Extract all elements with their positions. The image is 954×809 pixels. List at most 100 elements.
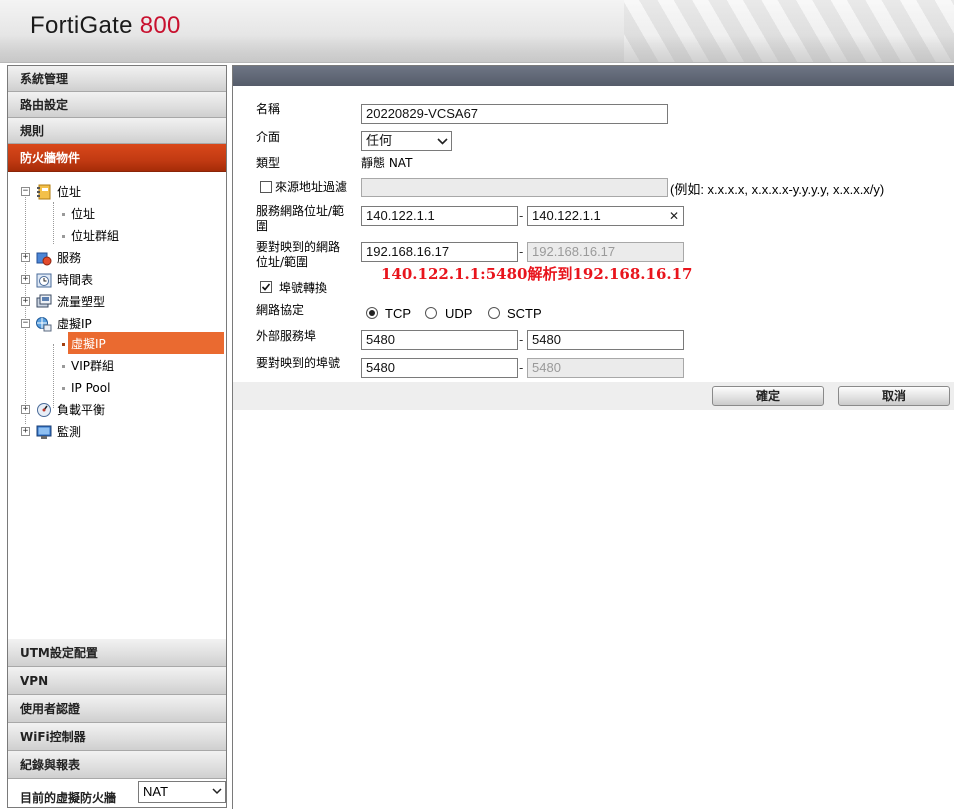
service-icon xyxy=(36,252,52,266)
source-filter-checkbox[interactable] xyxy=(260,181,272,193)
external-ip-label-cont: 圍 xyxy=(256,219,269,233)
interface-label: 介面 xyxy=(256,130,281,144)
interface-value: 任何 xyxy=(366,133,393,148)
leaf-dot xyxy=(62,387,65,390)
nav-log-report[interactable]: 紀錄與報表 xyxy=(8,751,226,779)
monitor-icon xyxy=(36,425,52,439)
address-book-icon xyxy=(37,184,51,200)
protocol-radio-sctp[interactable] xyxy=(488,307,500,319)
tree-label: VIP群組 xyxy=(71,359,114,373)
protocol-tcp-label: TCP xyxy=(385,306,411,321)
tree-label: 時間表 xyxy=(57,273,94,287)
mapped-port-end-input: 5480 xyxy=(527,358,684,378)
leaf-dot xyxy=(62,365,65,368)
tree-line xyxy=(25,194,26,424)
mapped-ip-start-input[interactable]: 192.168.16.17 xyxy=(361,242,518,262)
expand-icon[interactable]: + xyxy=(21,297,30,306)
external-port-end-input[interactable]: 5480 xyxy=(527,330,684,350)
brand-model: 800 xyxy=(139,12,181,39)
expand-icon[interactable]: + xyxy=(21,405,30,414)
leaf-dot xyxy=(62,343,65,346)
virtual-ip-icon xyxy=(36,317,52,332)
traffic-shaper-icon xyxy=(36,294,52,308)
tree-label: 負載平衡 xyxy=(57,403,106,417)
expand-icon[interactable]: + xyxy=(21,275,30,284)
source-filter-input[interactable] xyxy=(361,178,668,197)
tree-line xyxy=(53,202,54,244)
checkmark-icon xyxy=(261,283,271,291)
nav-policy[interactable]: 規則 xyxy=(8,118,226,144)
tree-label: 虛擬IP xyxy=(57,317,92,331)
range-dash: - xyxy=(519,209,524,223)
nav-router[interactable]: 路由設定 xyxy=(8,92,226,118)
source-filter-label: 來源地址過濾 xyxy=(275,180,348,194)
firewall-objects-tree: − 位址 位址 位址群組 + 服務 + 時間表 + 流量塑型 − 虛擬IP 虛擬… xyxy=(8,172,226,632)
leaf-dot xyxy=(62,235,65,238)
external-port-label: 外部服務埠 xyxy=(256,329,317,343)
app-header: FortiGate 800 xyxy=(0,0,954,63)
protocol-sctp-label: SCTP xyxy=(507,306,542,321)
brand-title: FortiGate 800 xyxy=(30,12,181,40)
tree-label: 位址 xyxy=(71,207,96,221)
sidebar: 系統管理 路由設定 規則 防火牆物件 − 位址 位址 位址群組 + 服務 + 時… xyxy=(7,65,227,808)
vdom-select[interactable]: NAT xyxy=(138,781,226,803)
type-label: 類型 xyxy=(256,156,281,170)
external-port-start-input[interactable]: 5480 xyxy=(361,330,518,350)
tree-label: 虛擬IP xyxy=(71,337,106,351)
port-forward-label: 埠號轉換 xyxy=(279,281,328,295)
nav-vpn[interactable]: VPN xyxy=(8,667,226,695)
nav-system-admin[interactable]: 系統管理 xyxy=(8,66,226,92)
cancel-button[interactable]: 取消 xyxy=(838,386,950,406)
annotation-text: 140.122.1.1:5480解析到192.168.16.17 xyxy=(381,265,693,283)
tree-label: 流量塑型 xyxy=(57,295,106,309)
collapse-icon[interactable]: − xyxy=(21,319,30,328)
nav-wifi-controller[interactable]: WiFi控制器 xyxy=(8,723,226,751)
vdom-selector-row: 目前的虛擬防火牆 NAT xyxy=(8,781,226,807)
leaf-dot xyxy=(62,213,65,216)
protocol-radio-tcp[interactable] xyxy=(366,307,378,319)
external-ip-end-value: 140.122.1.1 xyxy=(532,208,601,223)
tree-label: 位址 xyxy=(57,185,82,199)
vdom-value: NAT xyxy=(143,784,169,799)
name-input[interactable]: 20220829-VCSA67 xyxy=(361,104,668,124)
nav-firewall-objects[interactable]: 防火牆物件 xyxy=(8,144,226,172)
source-filter-hint: (例如: x.x.x.x, x.x.x.x-y.y.y.y, x.x.x.x/y… xyxy=(670,182,885,197)
collapse-icon[interactable]: − xyxy=(21,187,30,196)
tree-label: IP Pool xyxy=(71,381,111,395)
external-ip-start-input[interactable]: 140.122.1.1 xyxy=(361,206,518,226)
mapped-ip-label: 要對映到的網路 xyxy=(256,240,341,254)
expand-icon[interactable]: + xyxy=(21,253,30,262)
load-balance-icon xyxy=(37,403,51,417)
brand-name: FortiGate xyxy=(30,12,133,39)
protocol-label: 網路協定 xyxy=(256,303,305,317)
tree-label: 位址群組 xyxy=(71,229,120,243)
vdom-label: 目前的虛擬防火牆 xyxy=(20,791,117,805)
mapped-ip-label-cont: 位址/範圍 xyxy=(256,255,309,269)
main-panel: 名稱 20220829-VCSA67 介面 任何 類型 靜態 NAT 來源地址過… xyxy=(232,65,954,809)
virtual-ip-form: 名稱 20220829-VCSA67 介面 任何 類型 靜態 NAT 來源地址過… xyxy=(233,86,954,391)
port-forward-checkbox[interactable] xyxy=(260,281,272,293)
sidebar-bottom-nav: UTM設定配置 VPN 使用者認證 WiFi控制器 紀錄與報表 xyxy=(8,639,226,779)
clear-icon[interactable]: ✕ xyxy=(669,207,679,225)
ok-button[interactable]: 確定 xyxy=(712,386,824,406)
tree-line xyxy=(53,344,54,408)
type-value: 靜態 NAT xyxy=(361,156,413,170)
protocol-radio-udp[interactable] xyxy=(425,307,437,319)
mapped-ip-end-input: 192.168.16.17 xyxy=(527,242,684,262)
tree-label: 監測 xyxy=(57,425,82,439)
range-dash: - xyxy=(519,333,524,347)
mapped-port-start-input[interactable]: 5480 xyxy=(361,358,518,378)
interface-select[interactable]: 任何 xyxy=(361,131,452,151)
chevron-down-icon xyxy=(437,138,448,145)
form-footer: 確定 取消 xyxy=(233,382,954,410)
external-ip-label: 服務網路位址/範 xyxy=(256,204,345,218)
panel-title-bar xyxy=(233,66,954,86)
nav-user-auth[interactable]: 使用者認證 xyxy=(8,695,226,723)
clock-icon xyxy=(36,273,52,288)
external-ip-end-input[interactable]: 140.122.1.1 ✕ xyxy=(527,206,684,226)
chevron-down-icon xyxy=(212,788,222,795)
expand-icon[interactable]: + xyxy=(21,427,30,436)
nav-utm[interactable]: UTM設定配置 xyxy=(8,639,226,667)
mapped-port-label: 要對映到的埠號 xyxy=(256,356,341,370)
name-label: 名稱 xyxy=(256,102,281,116)
